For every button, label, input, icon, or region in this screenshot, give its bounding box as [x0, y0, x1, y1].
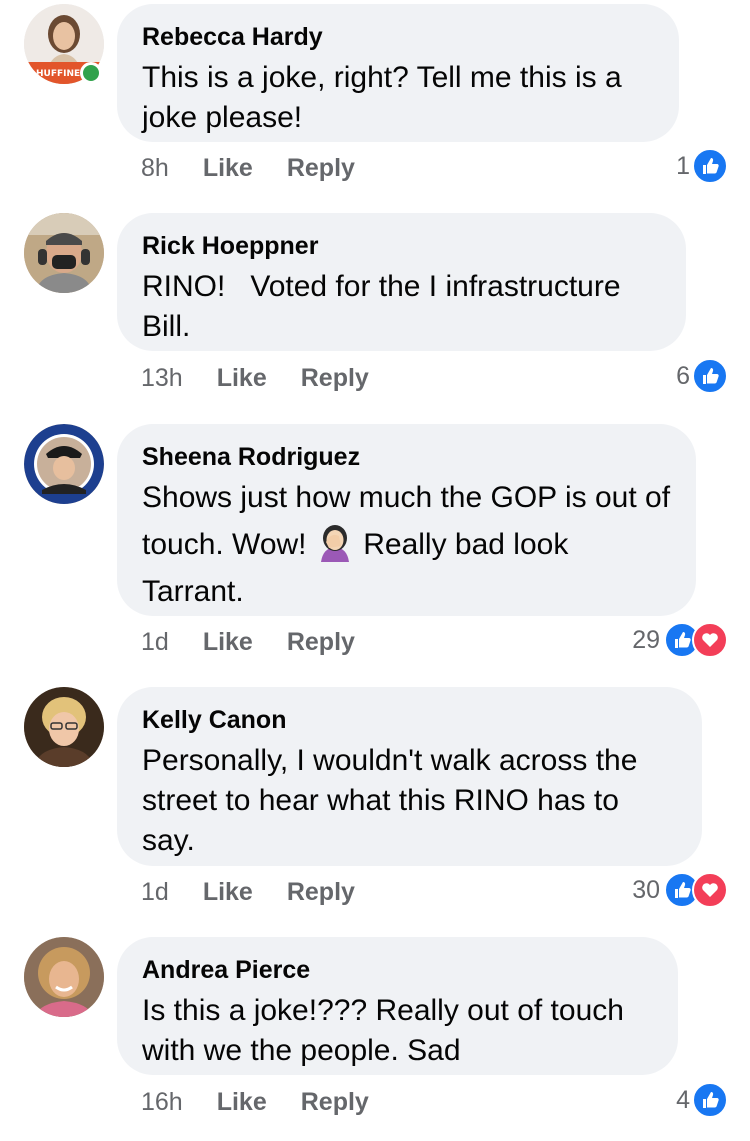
comment-author[interactable]: Rebecca Hardy: [142, 22, 654, 52]
avatar-image: [24, 213, 104, 293]
reaction-count: 29: [632, 625, 660, 654]
reaction-summary[interactable]: 30: [632, 872, 728, 908]
comment-bubble: Rebecca Hardy This is a joke, right? Tel…: [117, 4, 679, 142]
reply-button[interactable]: Reply: [287, 628, 355, 657]
comment-time[interactable]: 13h: [141, 364, 183, 393]
comment-author[interactable]: Sheena Rodriguez: [142, 442, 671, 472]
reaction-count: 6: [676, 361, 690, 390]
reply-button[interactable]: Reply: [301, 364, 369, 393]
online-status-icon: [80, 62, 102, 84]
comment-text: Personally, I wouldn't walk across the s…: [142, 744, 638, 857]
reaction-count: 1: [676, 151, 690, 180]
avatar[interactable]: [24, 687, 104, 767]
avatar-image: [24, 424, 104, 504]
comment-author[interactable]: Kelly Canon: [142, 705, 677, 735]
avatar-badge-text: HUFFINE: [36, 69, 80, 79]
like-icon: [692, 148, 728, 184]
like-button[interactable]: Like: [203, 154, 253, 183]
comment-text: Shows just how much the GOP is out of to…: [142, 474, 671, 615]
comment-meta: 8h Like Reply: [141, 154, 355, 183]
avatar-image: [24, 937, 104, 1017]
woman-facepalming-emoji: [315, 522, 355, 562]
like-button[interactable]: Like: [217, 364, 267, 393]
like-icon: [692, 358, 728, 394]
comment-bubble: Rick Hoeppner RINO! Voted for the I infr…: [117, 213, 686, 351]
like-button[interactable]: Like: [217, 1088, 267, 1117]
comment-bubble: Andrea Pierce Is this a joke!??? Really …: [117, 937, 678, 1075]
comment-author[interactable]: Andrea Pierce: [142, 955, 653, 985]
reaction-summary[interactable]: 1: [676, 148, 728, 184]
comment-meta: 1d Like Reply: [141, 628, 355, 657]
love-icon: [692, 622, 728, 658]
reaction-summary[interactable]: 6: [676, 358, 728, 394]
like-button[interactable]: Like: [203, 628, 253, 657]
comment-author[interactable]: Rick Hoeppner: [142, 231, 661, 261]
avatar[interactable]: [24, 213, 104, 293]
comment-meta: 13h Like Reply: [141, 364, 369, 393]
comment-text: Is this a joke!??? Really out of touch w…: [142, 994, 624, 1067]
comment-time[interactable]: 1d: [141, 878, 169, 907]
comment-meta: 1d Like Reply: [141, 878, 355, 907]
like-button[interactable]: Like: [203, 878, 253, 907]
reaction-count: 30: [632, 875, 660, 904]
reaction-summary[interactable]: 29: [632, 622, 728, 658]
reaction-summary[interactable]: 4: [676, 1082, 728, 1118]
reply-button[interactable]: Reply: [287, 878, 355, 907]
comment-bubble: Kelly Canon Personally, I wouldn't walk …: [117, 687, 702, 866]
comment-text: This is a joke, right? Tell me this is a…: [142, 61, 622, 134]
reaction-count: 4: [676, 1085, 690, 1114]
reply-button[interactable]: Reply: [287, 154, 355, 183]
like-icon: [692, 1082, 728, 1118]
avatar-image: [24, 687, 104, 767]
comment-time[interactable]: 16h: [141, 1088, 183, 1117]
love-icon: [692, 872, 728, 908]
comment-text: RINO! Voted for the I infrastructure Bil…: [142, 270, 629, 343]
comment-bubble: Sheena Rodriguez Shows just how much the…: [117, 424, 696, 616]
comment-time[interactable]: 1d: [141, 628, 169, 657]
comment-meta: 16h Like Reply: [141, 1088, 369, 1117]
avatar[interactable]: [24, 424, 104, 504]
reply-button[interactable]: Reply: [301, 1088, 369, 1117]
comment-time[interactable]: 8h: [141, 154, 169, 183]
avatar[interactable]: [24, 937, 104, 1017]
